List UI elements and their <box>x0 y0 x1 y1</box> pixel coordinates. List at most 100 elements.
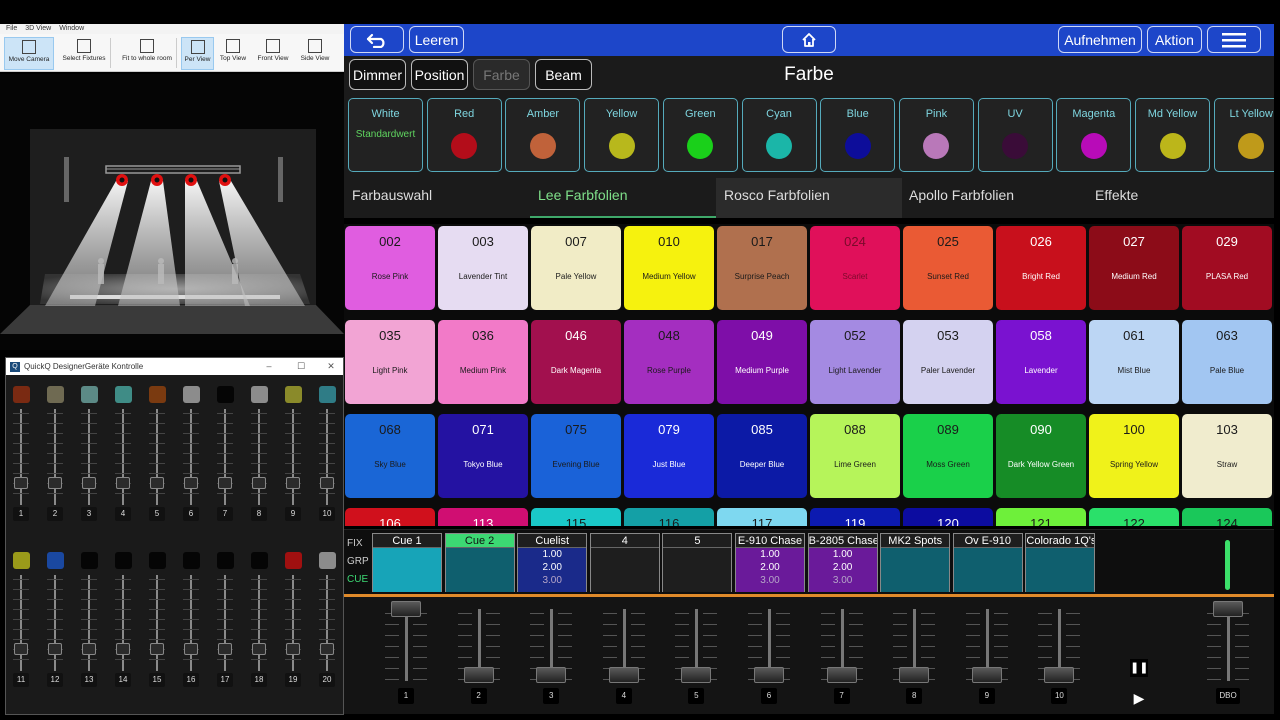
gel-swatch[interactable]: 003 Lavender Tint <box>438 226 528 310</box>
fader-knob[interactable] <box>681 667 712 683</box>
gel-swatch[interactable]: 046 Dark Magenta <box>531 320 621 404</box>
fader-knob[interactable] <box>899 667 930 683</box>
gel-swatch[interactable]: 029 PLASA Red <box>1182 226 1272 310</box>
gel-swatch[interactable]: 121 <box>996 508 1086 526</box>
fader-knob[interactable] <box>286 477 300 489</box>
tool-move-camera[interactable]: Move Camera <box>4 37 54 70</box>
fader-knob[interactable] <box>754 667 784 683</box>
preset-pink[interactable]: Pink <box>898 98 974 172</box>
playback-fader[interactable]: 3 <box>516 597 586 714</box>
channel-fader[interactable] <box>74 575 104 671</box>
channel-fader[interactable] <box>108 575 138 671</box>
playback-fader[interactable]: 5 <box>661 597 731 714</box>
tool-perspective-view[interactable]: Per View <box>181 37 214 70</box>
channel-fader[interactable] <box>312 575 342 671</box>
gel-swatch[interactable]: 124 <box>1182 508 1272 526</box>
fader-knob[interactable] <box>14 477 28 489</box>
gel-swatch[interactable]: 115 <box>531 508 621 526</box>
playback-fader[interactable]: 1 <box>371 597 441 714</box>
gel-swatch[interactable]: 088 Lime Green <box>810 414 900 498</box>
gel-swatch[interactable]: 117 <box>717 508 807 526</box>
menu-window[interactable]: Window <box>59 24 84 34</box>
gel-swatch[interactable]: 075 Evening Blue <box>531 414 621 498</box>
fader-knob[interactable] <box>320 643 334 655</box>
pause-button[interactable]: ❚❚ <box>1130 659 1148 677</box>
gel-swatch[interactable]: 049 Medium Purple <box>717 320 807 404</box>
preset-green[interactable]: Green <box>662 98 738 172</box>
channel-fader[interactable] <box>6 409 36 505</box>
preset-lt-yellow[interactable]: Lt Yellow <box>1213 98 1274 172</box>
channel-fader[interactable] <box>312 409 342 505</box>
gel-swatch[interactable]: 090 Dark Yellow Green <box>996 414 1086 498</box>
action-button[interactable]: Aktion <box>1147 26 1202 53</box>
home-button[interactable] <box>782 26 836 53</box>
close-button[interactable]: ✕ <box>316 358 346 375</box>
channel-fader[interactable] <box>6 575 36 671</box>
gel-swatch[interactable]: 010 Medium Yellow <box>624 226 714 310</box>
fader-knob[interactable] <box>1213 601 1243 617</box>
preset-white[interactable]: White Standardwert <box>348 98 423 172</box>
cue-slot[interactable]: 4 <box>589 533 660 592</box>
channel-fader[interactable] <box>142 409 172 505</box>
gel-swatch[interactable]: 017 Surprise Peach <box>717 226 807 310</box>
gel-swatch[interactable]: 100 Spring Yellow <box>1089 414 1179 498</box>
channel-fader[interactable] <box>210 409 240 505</box>
preset-md-yellow[interactable]: Md Yellow <box>1135 98 1210 172</box>
gel-swatch[interactable]: 035 Light Pink <box>345 320 435 404</box>
gel-swatch[interactable]: 068 Sky Blue <box>345 414 435 498</box>
channel-fader[interactable] <box>142 575 172 671</box>
channel-fader[interactable] <box>40 575 70 671</box>
menu-file[interactable]: File <box>6 24 17 34</box>
playback-fader[interactable]: 7 <box>807 597 877 714</box>
tab-apollo-farbfolien[interactable]: Apollo Farbfolien <box>901 178 1087 218</box>
gel-swatch[interactable]: 089 Moss Green <box>903 414 993 498</box>
playback-fader[interactable]: 4 <box>589 597 659 714</box>
gel-swatch[interactable]: 106 <box>345 508 435 526</box>
cue-slot[interactable]: Colorado 1Q's <box>1025 533 1096 592</box>
record-button[interactable]: Aufnehmen <box>1058 26 1142 53</box>
channel-fader[interactable] <box>244 409 274 505</box>
gel-swatch[interactable]: 113 <box>438 508 528 526</box>
fader-knob[interactable] <box>184 477 198 489</box>
fader-knob[interactable] <box>1044 667 1075 683</box>
cue-slot[interactable]: Ov E-910 <box>952 533 1023 592</box>
gel-swatch[interactable]: 036 Medium Pink <box>438 320 528 404</box>
gel-swatch[interactable]: 079 Just Blue <box>624 414 714 498</box>
back-button[interactable] <box>350 26 404 53</box>
preset-yellow[interactable]: Yellow <box>584 98 660 172</box>
fader-knob[interactable] <box>116 643 130 655</box>
gel-swatch[interactable]: 085 Deeper Blue <box>717 414 807 498</box>
gel-swatch[interactable]: 002 Rose Pink <box>345 226 435 310</box>
gel-swatch[interactable]: 122 <box>1089 508 1179 526</box>
playback-fader[interactable]: 6 <box>734 597 804 714</box>
fader-knob[interactable] <box>252 643 266 655</box>
fader-knob[interactable] <box>48 477 62 489</box>
section-color[interactable]: Farbe <box>473 59 530 90</box>
preset-blue[interactable]: Blue <box>820 98 896 172</box>
playback-fader[interactable]: 10 <box>1024 597 1094 714</box>
tool-top-view[interactable]: Top View <box>216 37 250 70</box>
channel-fader[interactable] <box>278 575 308 671</box>
tab-lee-farbfolien[interactable]: Lee Farbfolien <box>530 178 716 218</box>
cue-slot[interactable]: B-2805 Chase 1.00 2.00 3.00 <box>807 533 878 592</box>
preset-red[interactable]: Red <box>426 98 502 172</box>
fader-knob[interactable] <box>82 643 96 655</box>
tab-rosco-farbfolien[interactable]: Rosco Farbfolien <box>716 178 902 218</box>
gel-swatch[interactable]: 053 Paler Lavender <box>903 320 993 404</box>
master-fader[interactable]: DBO <box>1193 597 1263 714</box>
gel-swatch[interactable]: 061 Mist Blue <box>1089 320 1179 404</box>
gel-swatch[interactable]: 071 Tokyo Blue <box>438 414 528 498</box>
cue-slot[interactable]: Cue 2 <box>444 533 515 592</box>
fader-knob[interactable] <box>184 643 198 655</box>
channel-fader[interactable] <box>244 575 274 671</box>
fader-knob[interactable] <box>48 643 62 655</box>
fader-knob[interactable] <box>608 667 639 683</box>
fader-knob[interactable] <box>391 601 421 617</box>
tab-farbauswahl[interactable]: Farbauswahl <box>344 178 530 218</box>
channel-fader[interactable] <box>74 409 104 505</box>
fader-knob[interactable] <box>536 667 567 683</box>
fader-knob[interactable] <box>150 643 164 655</box>
play-button[interactable]: ▶ <box>1130 689 1148 707</box>
channel-fader[interactable] <box>176 409 206 505</box>
fader-knob[interactable] <box>286 643 300 655</box>
